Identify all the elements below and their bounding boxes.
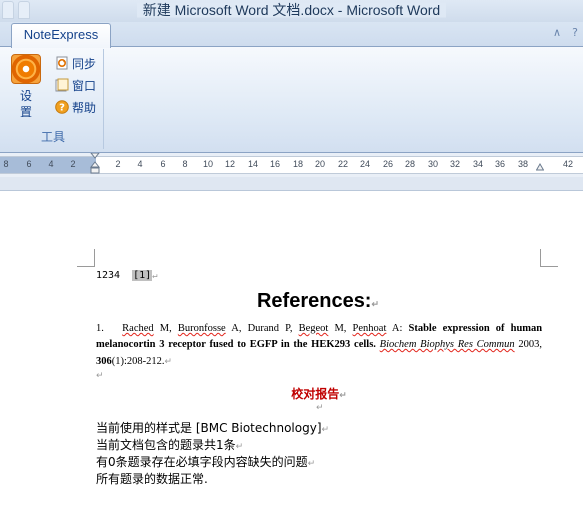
report-line-text: 有0条题录存在必填字段内容缺失的问题 (96, 455, 308, 469)
paragraph-mark: ↵ (371, 299, 380, 309)
reference-entry[interactable]: 1. Rached M, Buronfosse A, Durand P, Beg… (96, 321, 542, 370)
ruler-tick-label: 20 (314, 159, 326, 169)
author-initial: A: (391, 323, 403, 334)
ruler-tick-label: 36 (494, 159, 506, 169)
report-line[interactable]: 当前使用的样式是 [BMC Biotechnology]↵ (96, 419, 329, 436)
author-initial: M, (159, 323, 172, 334)
help-button[interactable]: ? 帮助 (55, 97, 96, 117)
empty-paragraph-mark: ↵ (96, 371, 104, 381)
window-button[interactable]: 窗口 (55, 75, 96, 95)
settings-gear-icon (11, 54, 41, 84)
settings-label: 设置 (19, 89, 32, 119)
report-line[interactable]: 有0条题录存在必填字段内容缺失的问题↵ (96, 453, 315, 470)
author: Begeot (298, 323, 329, 334)
reference-pages: (1):208-212. (111, 356, 165, 367)
author: Buronfosse (177, 323, 226, 334)
margin-corner-top-left (77, 249, 95, 267)
citation-line[interactable]: 1234 [1]↵ (96, 270, 158, 281)
ribbon: 设置 同步 窗口 ? 帮助 工具 (0, 47, 583, 153)
ruler-tick-label: 32 (449, 159, 461, 169)
author: Durand (247, 323, 280, 334)
ruler-tick-label: 28 (404, 159, 416, 169)
report-line[interactable]: 当前文档包含的题录共1条↵ (96, 436, 243, 453)
author: Rached (122, 323, 154, 334)
help-icon[interactable]: ? (569, 27, 581, 39)
ruler-tick-label: 8 (3, 159, 9, 169)
ruler-tick-label: 6 (160, 159, 166, 169)
empty-paragraph-mark: ↵ (316, 403, 324, 413)
ruler-tick-label: 16 (269, 159, 281, 169)
ruler-bottom-strip (0, 177, 583, 191)
report-heading-text: 校对报告 (291, 387, 340, 401)
sync-icon (56, 56, 68, 70)
reference-volume: 306 (96, 356, 112, 367)
document-page[interactable]: 1234 [1]↵ References:↵ 1. Rached M, Buron… (0, 191, 583, 515)
report-line[interactable]: 所有题录的数据正常. (96, 470, 208, 487)
ruler-tick-label: 2 (115, 159, 121, 169)
margin-corner-top-right (540, 249, 558, 267)
references-heading: References:↵ (96, 290, 540, 313)
ruler-tick-label: 2 (70, 159, 76, 169)
author-initial: P, (285, 323, 293, 334)
author-initial: A, (231, 323, 242, 334)
right-indent-marker-icon[interactable] (536, 163, 544, 171)
group-label-tools: 工具 (40, 130, 65, 144)
ruler-tick-label: 4 (137, 159, 143, 169)
sync-label: 同步 (72, 56, 97, 71)
report-line-text: 当前文档包含的题录共1条 (96, 438, 236, 452)
ruler-tick-label: 8 (182, 159, 188, 169)
ruler-area: 8 6 4 2 2 4 6 8 10 12 14 16 18 20 22 24 … (0, 153, 583, 191)
ruler-tick-label: 12 (224, 159, 236, 169)
reference-journal: Biochem Biophys Res Commun (379, 339, 515, 350)
ribbon-controls: ∧ ? (551, 27, 581, 39)
ruler-tick-label: 22 (337, 159, 349, 169)
references-heading-text: References: (256, 290, 372, 312)
help-circle-icon: ? (55, 100, 69, 114)
report-line-text: 当前使用的样式是 [BMC Biotechnology] (96, 421, 322, 435)
svg-text:?: ? (59, 103, 65, 114)
tab-noteexpress[interactable]: NoteExpress (11, 23, 111, 48)
window-title-container: 新建 Microsoft Word 文档.docx - Microsoft Wo… (0, 0, 583, 20)
minimize-ribbon-icon[interactable]: ∧ (551, 27, 563, 39)
ruler-tick-label: 42 (562, 159, 574, 169)
window-title: 新建 Microsoft Word 文档.docx - Microsoft Wo… (136, 2, 447, 18)
report-line-text: 所有题录的数据正常. (96, 472, 208, 486)
reference-number: 1. (96, 323, 104, 334)
horizontal-ruler[interactable]: 8 6 4 2 2 4 6 8 10 12 14 16 18 20 22 24 … (0, 156, 583, 174)
window-label: 窗口 (72, 78, 97, 93)
ruler-tick-label: 34 (472, 159, 484, 169)
title-bar: 新建 Microsoft Word 文档.docx - Microsoft Wo… (0, 0, 583, 22)
ruler-tick-label: 6 (26, 159, 32, 169)
citation-field[interactable]: [1] (132, 270, 153, 281)
ruler-tick-label: 24 (359, 159, 371, 169)
help-label: 帮助 (72, 100, 97, 115)
tools-group: 设置 同步 窗口 ? 帮助 工具 (3, 49, 104, 149)
indent-marker-icon[interactable] (90, 153, 100, 175)
ruler-tick-label: 10 (202, 159, 214, 169)
paragraph-mark: ↵ (339, 391, 347, 401)
citation-text: 1234 (96, 270, 121, 281)
paragraph-mark: ↵ (235, 442, 244, 452)
paragraph-mark: ↵ (164, 356, 173, 366)
author: Penhoat (352, 323, 387, 334)
settings-button[interactable]: 设置 (9, 53, 43, 127)
ruler-tick-label: 38 (517, 159, 529, 169)
report-heading: 校对报告↵ (96, 385, 542, 402)
ruler-tick-label: 30 (427, 159, 439, 169)
author-initial: M, (334, 323, 347, 334)
ruler-tick-label: 26 (382, 159, 394, 169)
ruler-tick-label: 14 (247, 159, 259, 169)
reference-year: 2003, (518, 339, 542, 350)
window-icon (55, 78, 69, 92)
paragraph-mark: ↵ (307, 459, 316, 469)
ruler-tick-label: 4 (48, 159, 54, 169)
ribbon-tab-row: NoteExpress ∧ ? (0, 22, 583, 48)
paragraph-mark: ↵ (152, 271, 158, 281)
ruler-tick-label: 18 (292, 159, 304, 169)
paragraph-mark: ↵ (321, 425, 330, 435)
sync-button[interactable]: 同步 (55, 53, 96, 73)
